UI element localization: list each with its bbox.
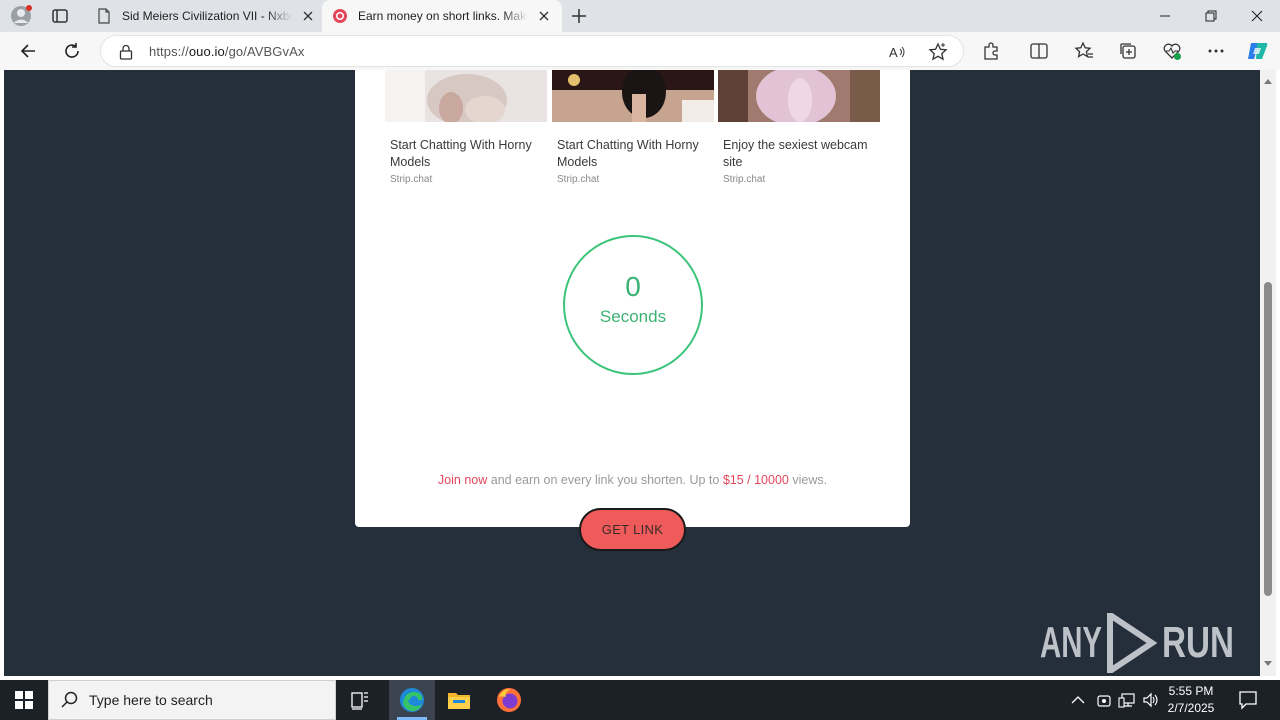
search-icon — [61, 691, 78, 708]
minimize-button[interactable] — [1142, 0, 1188, 32]
countdown-unit: Seconds — [599, 307, 667, 326]
copilot-button[interactable] — [1246, 40, 1268, 62]
url-path: /go/AVBGvAx — [224, 44, 305, 59]
file-explorer-icon[interactable] — [447, 689, 471, 711]
anyrun-watermark: ANY RUN — [1040, 613, 1234, 673]
svg-text:A: A — [889, 45, 898, 60]
taskbar-edge[interactable] — [389, 680, 435, 720]
refresh-button[interactable] — [61, 40, 83, 62]
taskbar-search-box[interactable]: Type here to search — [48, 680, 336, 720]
close-icon[interactable] — [302, 10, 314, 22]
task-view-icon[interactable] — [350, 690, 370, 710]
close-window-button[interactable] — [1234, 0, 1280, 32]
back-button[interactable] — [17, 40, 39, 62]
collections-button[interactable] — [1117, 40, 1139, 62]
svg-text:ANY: ANY — [1040, 618, 1102, 667]
content-card: Start Chatting With Horny Models Strip.c… — [355, 70, 910, 551]
promo-rate: $15 / 10000 — [722, 473, 789, 487]
promo-middle: and earn on every link you shorten. Up t… — [487, 473, 723, 487]
ad-thumbnail — [385, 70, 547, 126]
tab-ouo[interactable]: Earn money on short links. Make — [322, 0, 562, 32]
promo-end: views. — [788, 473, 828, 487]
profile-icon[interactable] — [10, 5, 32, 27]
network-icon[interactable] — [1118, 692, 1136, 708]
countdown-timer: 0 Seconds — [563, 235, 703, 375]
windows-taskbar: Type here to search 5:55 PM 2/7/2025 — [0, 680, 1280, 720]
collections-icon — [1120, 43, 1136, 59]
minimize-icon — [1160, 15, 1170, 17]
ad-source: Strip.chat — [390, 174, 433, 185]
more-dots-icon — [1208, 49, 1224, 53]
puzzle-icon — [984, 42, 998, 60]
edge-browser-icon — [400, 688, 424, 712]
read-aloud-icon[interactable]: A — [888, 43, 906, 61]
favorite-star-icon[interactable] — [928, 42, 948, 62]
search-placeholder: Type here to search — [89, 692, 213, 708]
page-icon — [98, 8, 110, 24]
site-favicon-icon — [333, 9, 347, 23]
meet-now-icon[interactable] — [1096, 692, 1112, 708]
system-clock[interactable]: 5:55 PM 2/7/2025 — [1160, 683, 1222, 717]
navigation-bar: https://ouo.io/go/AVBGvAx A — [0, 32, 1280, 70]
url-domain: ouo.io — [188, 44, 225, 59]
close-icon — [1251, 10, 1263, 22]
url-text[interactable]: https://ouo.io/go/AVBGvAx — [149, 44, 304, 59]
ad-item[interactable]: Enjoy the sexiest webcam site Strip.chat — [718, 70, 880, 185]
lock-icon[interactable] — [119, 44, 133, 60]
svg-text:RUN: RUN — [1162, 618, 1234, 667]
tab-strip: Sid Meiers Civilization VII - Nxbrew Ear… — [0, 0, 1280, 32]
tab-actions-icon[interactable] — [50, 6, 70, 26]
ad-title[interactable]: Start Chatting With Horny Models — [557, 137, 712, 171]
promo-text: Join now and earn on every link you shor… — [355, 473, 910, 487]
ad-source: Strip.chat — [557, 174, 600, 185]
ad-title[interactable]: Enjoy the sexiest webcam site — [723, 137, 878, 171]
page-viewport: Start Chatting With Horny Models Strip.c… — [4, 70, 1260, 676]
ad-item[interactable]: Start Chatting With Horny Models Strip.c… — [552, 70, 714, 185]
copilot-icon — [1248, 43, 1268, 59]
clock-date: 2/7/2025 — [1167, 701, 1215, 715]
tab-title: Earn money on short links. Make — [358, 9, 528, 23]
scroll-down-icon[interactable] — [1263, 660, 1273, 668]
close-icon[interactable] — [538, 10, 550, 22]
ad-source: Strip.chat — [723, 174, 766, 185]
restore-button[interactable] — [1188, 0, 1234, 32]
tab-civilization[interactable]: Sid Meiers Civilization VII - Nxbrew — [86, 0, 322, 32]
ad-thumbnail — [552, 70, 714, 122]
ad-title[interactable]: Start Chatting With Horny Models — [390, 137, 545, 171]
browser-essentials-button[interactable] — [1161, 40, 1183, 62]
chevron-up-icon[interactable] — [1071, 694, 1085, 706]
ad-item[interactable]: Start Chatting With Horny Models Strip.c… — [385, 70, 547, 185]
notifications-icon[interactable] — [1238, 690, 1258, 710]
clock-time: 5:55 PM — [1168, 684, 1214, 698]
new-tab-icon[interactable] — [570, 7, 588, 25]
arrow-left-icon — [20, 44, 35, 58]
join-now-link[interactable]: Join now — [438, 473, 487, 487]
volume-icon[interactable] — [1142, 692, 1160, 708]
ad-thumbnail — [718, 70, 880, 126]
firefox-icon[interactable] — [496, 687, 522, 713]
url-scheme: https:// — [149, 44, 189, 59]
windows-start-icon[interactable] — [15, 691, 33, 709]
address-bar[interactable]: https://ouo.io/go/AVBGvAx A — [100, 35, 964, 67]
countdown-value: 0 — [625, 271, 641, 302]
tab-title: Sid Meiers Civilization VII - Nxbrew — [122, 9, 292, 23]
get-link-button[interactable]: GET LINK — [579, 508, 686, 551]
split-screen-icon — [1030, 43, 1048, 59]
settings-more-button[interactable] — [1205, 40, 1227, 62]
split-screen-button[interactable] — [1028, 40, 1050, 62]
favorites-button[interactable] — [1073, 40, 1095, 62]
scrollbar-thumb[interactable] — [1264, 282, 1272, 596]
extensions-button[interactable] — [980, 40, 1002, 62]
refresh-icon — [65, 43, 79, 58]
restore-icon — [1205, 10, 1217, 22]
vertical-scrollbar[interactable] — [1260, 70, 1276, 676]
scroll-up-icon[interactable] — [1263, 77, 1273, 85]
favorites-icon — [1074, 41, 1093, 58]
heart-pulse-icon — [1163, 43, 1181, 60]
